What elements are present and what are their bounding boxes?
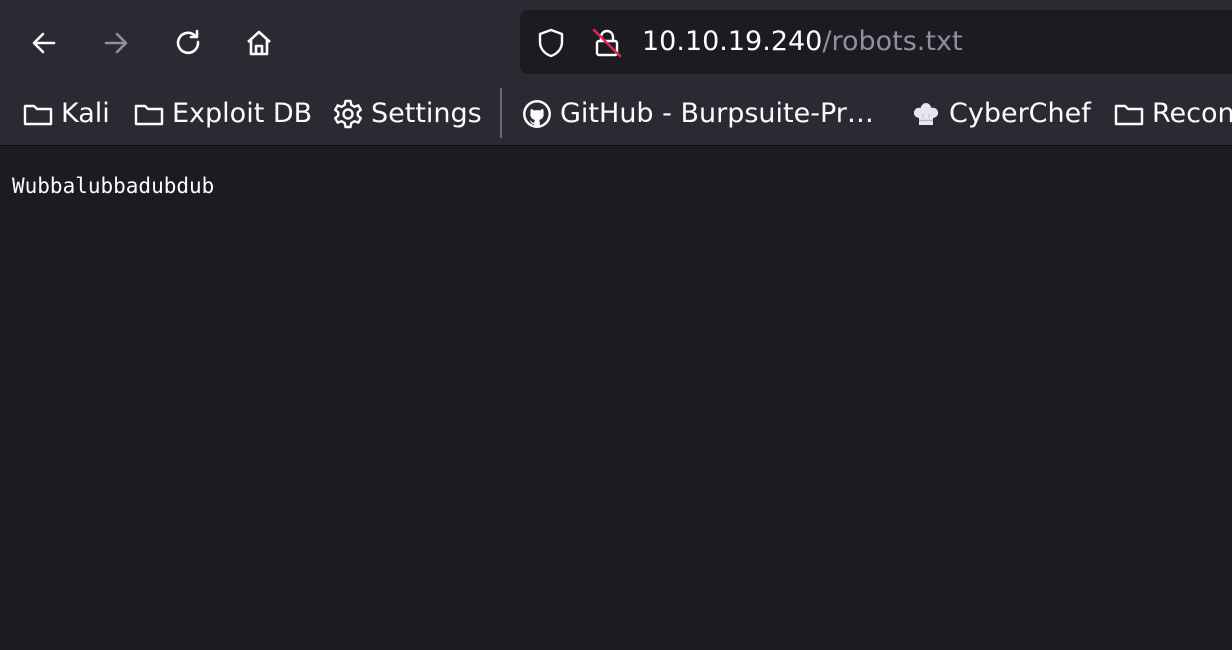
bookmark-cyberchef[interactable]: CyberChef xyxy=(910,94,1091,134)
insecure-lock-icon[interactable] xyxy=(590,26,624,60)
forward-button[interactable] xyxy=(93,20,139,66)
gear-icon xyxy=(334,99,362,129)
bookmark-label: Recon xyxy=(1152,98,1232,129)
url-path: /robots.txt xyxy=(822,26,963,57)
bookmark-label: GitHub - Burpsuite-Pr… xyxy=(560,98,874,129)
arrow-left-icon xyxy=(32,32,56,54)
bookmarks-bar: Kali Exploit DB Settings GitHub - Burpsu… xyxy=(0,84,1232,146)
bookmark-github[interactable]: GitHub - Burpsuite-Pr… xyxy=(521,94,874,134)
folder-icon xyxy=(23,104,53,126)
url-bar[interactable]: 10.10.19.240/robots.txt xyxy=(520,10,1232,74)
bookmark-label: CyberChef xyxy=(949,98,1091,129)
bookmark-recon[interactable]: Recon xyxy=(1113,94,1232,134)
url-text[interactable]: 10.10.19.240/robots.txt xyxy=(642,24,963,60)
shield-icon[interactable] xyxy=(534,26,568,60)
back-button[interactable] xyxy=(21,20,67,66)
home-icon xyxy=(247,30,271,56)
folder-icon xyxy=(1114,104,1144,126)
bookmarks-separator xyxy=(500,88,502,138)
bookmark-exploit-db[interactable]: Exploit DB xyxy=(133,94,312,134)
folder-icon xyxy=(134,104,164,126)
bookmark-label: Settings xyxy=(371,98,482,129)
bookmark-label: Exploit DB xyxy=(172,98,313,129)
reload-icon xyxy=(176,29,200,55)
github-icon xyxy=(523,100,551,128)
arrow-right-icon xyxy=(104,32,128,54)
robots-txt-content: Wubbalubbadubdub xyxy=(12,174,215,198)
home-button[interactable] xyxy=(236,20,282,66)
navigation-toolbar: 10.10.19.240/robots.txt xyxy=(0,0,1232,84)
chef-hat-icon xyxy=(913,103,939,125)
bookmark-label: Kali xyxy=(61,98,110,129)
reload-button[interactable] xyxy=(165,20,211,66)
bookmark-kali[interactable]: Kali xyxy=(22,94,110,134)
url-host: 10.10.19.240 xyxy=(642,26,823,57)
browser-window: 10.10.19.240/robots.txt Kali Exploit DB … xyxy=(0,0,1232,650)
page-content: Wubbalubbadubdub xyxy=(0,146,1232,650)
bookmark-settings[interactable]: Settings xyxy=(332,94,482,134)
